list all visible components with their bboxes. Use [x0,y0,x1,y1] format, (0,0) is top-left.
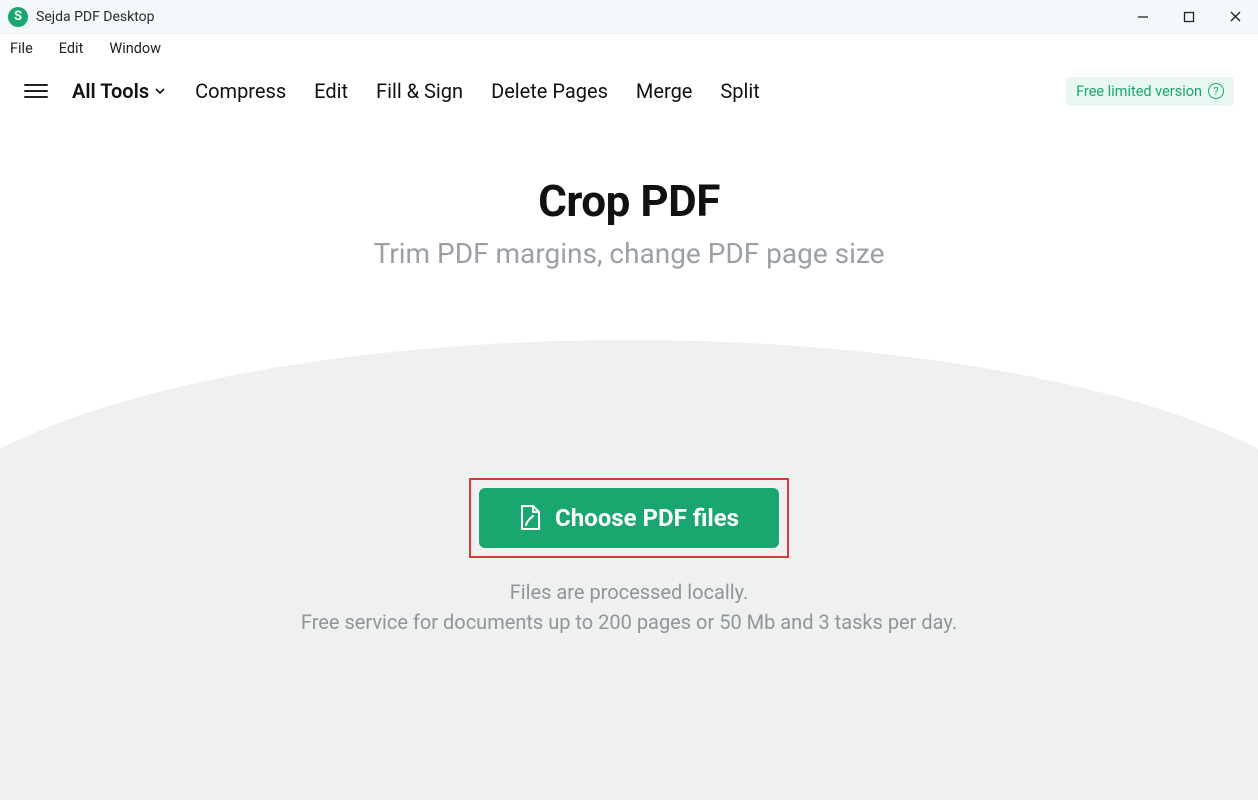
app-logo-letter: S [14,9,22,24]
page-subtitle: Trim PDF margins, change PDF page size [0,237,1258,270]
all-tools-dropdown[interactable]: All Tools [72,79,167,103]
maximize-button[interactable] [1166,0,1212,34]
menu-edit[interactable]: Edit [55,38,88,59]
close-button[interactable] [1212,0,1258,34]
minimize-button[interactable] [1120,0,1166,34]
toolbar-edit[interactable]: Edit [314,79,348,103]
hero: Crop PDF Trim PDF margins, change PDF pa… [0,175,1258,270]
titlebar: S Sejda PDF Desktop [0,0,1258,34]
pdf-file-icon [519,505,541,531]
menu-file[interactable]: File [6,38,37,59]
toolbar-delete-pages[interactable]: Delete Pages [491,79,608,103]
toolbar-split[interactable]: Split [720,79,759,103]
info-free-limits: Free service for documents up to 200 pag… [0,610,1258,634]
menubar: File Edit Window [0,34,1258,62]
page-title: Crop PDF [0,175,1258,227]
toolbar-compress[interactable]: Compress [195,79,286,103]
toolbar-merge[interactable]: Merge [636,79,693,103]
all-tools-label: All Tools [72,79,149,103]
info-local-processing: Files are processed locally. [0,580,1258,604]
menu-window[interactable]: Window [105,38,165,59]
chevron-down-icon [153,84,167,98]
toolbar-fill-sign[interactable]: Fill & Sign [376,79,463,103]
cta-label: Choose PDF files [555,504,739,532]
cta-highlight-frame: Choose PDF files [469,478,789,558]
free-version-label: Free limited version [1076,83,1202,100]
app-logo-icon: S [8,7,28,27]
toolbar: All Tools Compress Edit Fill & Sign Dele… [0,62,1258,120]
wave-background [0,340,1258,800]
free-version-badge[interactable]: Free limited version ? [1066,77,1234,106]
hamburger-icon[interactable] [24,79,48,103]
help-icon: ? [1208,83,1224,99]
cta-area: Choose PDF files [469,478,789,558]
window-title: Sejda PDF Desktop [36,9,155,25]
choose-pdf-files-button[interactable]: Choose PDF files [479,488,779,548]
